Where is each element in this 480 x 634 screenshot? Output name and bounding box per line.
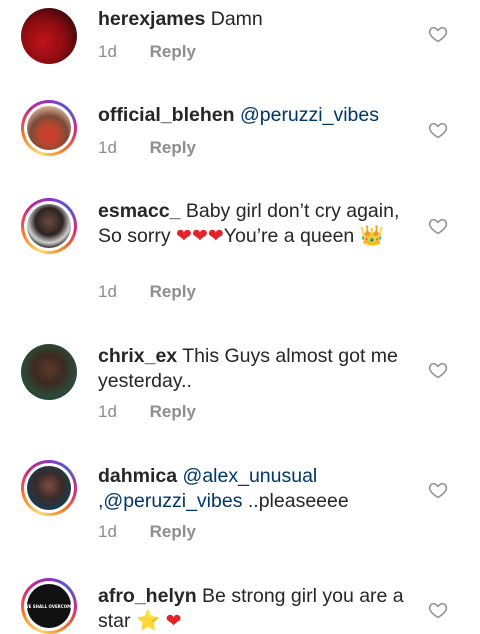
reply-button[interactable]: Reply [150, 282, 196, 301]
heart-outline-icon[interactable] [428, 24, 448, 44]
comment-username[interactable]: afro_helyn [98, 585, 197, 607]
reply-button[interactable]: Reply [150, 522, 196, 541]
comment-time: 1d [98, 402, 117, 421]
comment-username[interactable]: dahmica [98, 465, 177, 487]
reply-button[interactable]: Reply [150, 402, 196, 421]
red-hearts-emoji: ❤❤❤ [176, 226, 224, 247]
star-emoji: ⭐ [135, 610, 161, 632]
comment-username[interactable]: official_blehen [98, 104, 235, 126]
crown-emoji: 👑 [359, 225, 384, 247]
avatar[interactable]: WE SHALL OVERCOME [21, 578, 77, 634]
avatar[interactable] [21, 344, 77, 400]
mention-link[interactable]: @peruzzi_vibes [240, 104, 379, 126]
comment-time: 1d [98, 522, 117, 541]
avatar[interactable] [21, 198, 77, 254]
heart-outline-icon[interactable] [428, 600, 448, 620]
avatar-caption: WE SHALL OVERCOME [24, 603, 74, 609]
comment-text: You’re a queen [223, 225, 360, 247]
avatar[interactable] [21, 100, 77, 156]
heart-outline-icon[interactable] [428, 216, 448, 236]
reply-button[interactable]: Reply [150, 138, 196, 157]
mention-link[interactable]: ,@peruzzi_vibes [98, 490, 242, 512]
comment-time: 1d [98, 282, 117, 301]
comment-time: 1d [98, 42, 117, 61]
comment-text: Damn [210, 8, 263, 30]
mention-link[interactable]: @alex_unusual [183, 465, 318, 487]
comment-username[interactable]: chrix_ex [98, 345, 177, 367]
comment-username[interactable]: herexjames [98, 8, 205, 30]
comment-time: 1d [98, 138, 117, 157]
comment-username[interactable]: esmacc_ [98, 200, 180, 222]
heart-outline-icon[interactable] [428, 120, 448, 140]
heart-outline-icon[interactable] [428, 360, 448, 380]
comment-text: ..pleaseeee [242, 490, 349, 512]
avatar[interactable] [21, 8, 77, 64]
red-heart-emoji: ❤ [165, 611, 182, 632]
reply-button[interactable]: Reply [150, 42, 196, 61]
heart-outline-icon[interactable] [428, 480, 448, 500]
avatar[interactable] [21, 460, 77, 516]
